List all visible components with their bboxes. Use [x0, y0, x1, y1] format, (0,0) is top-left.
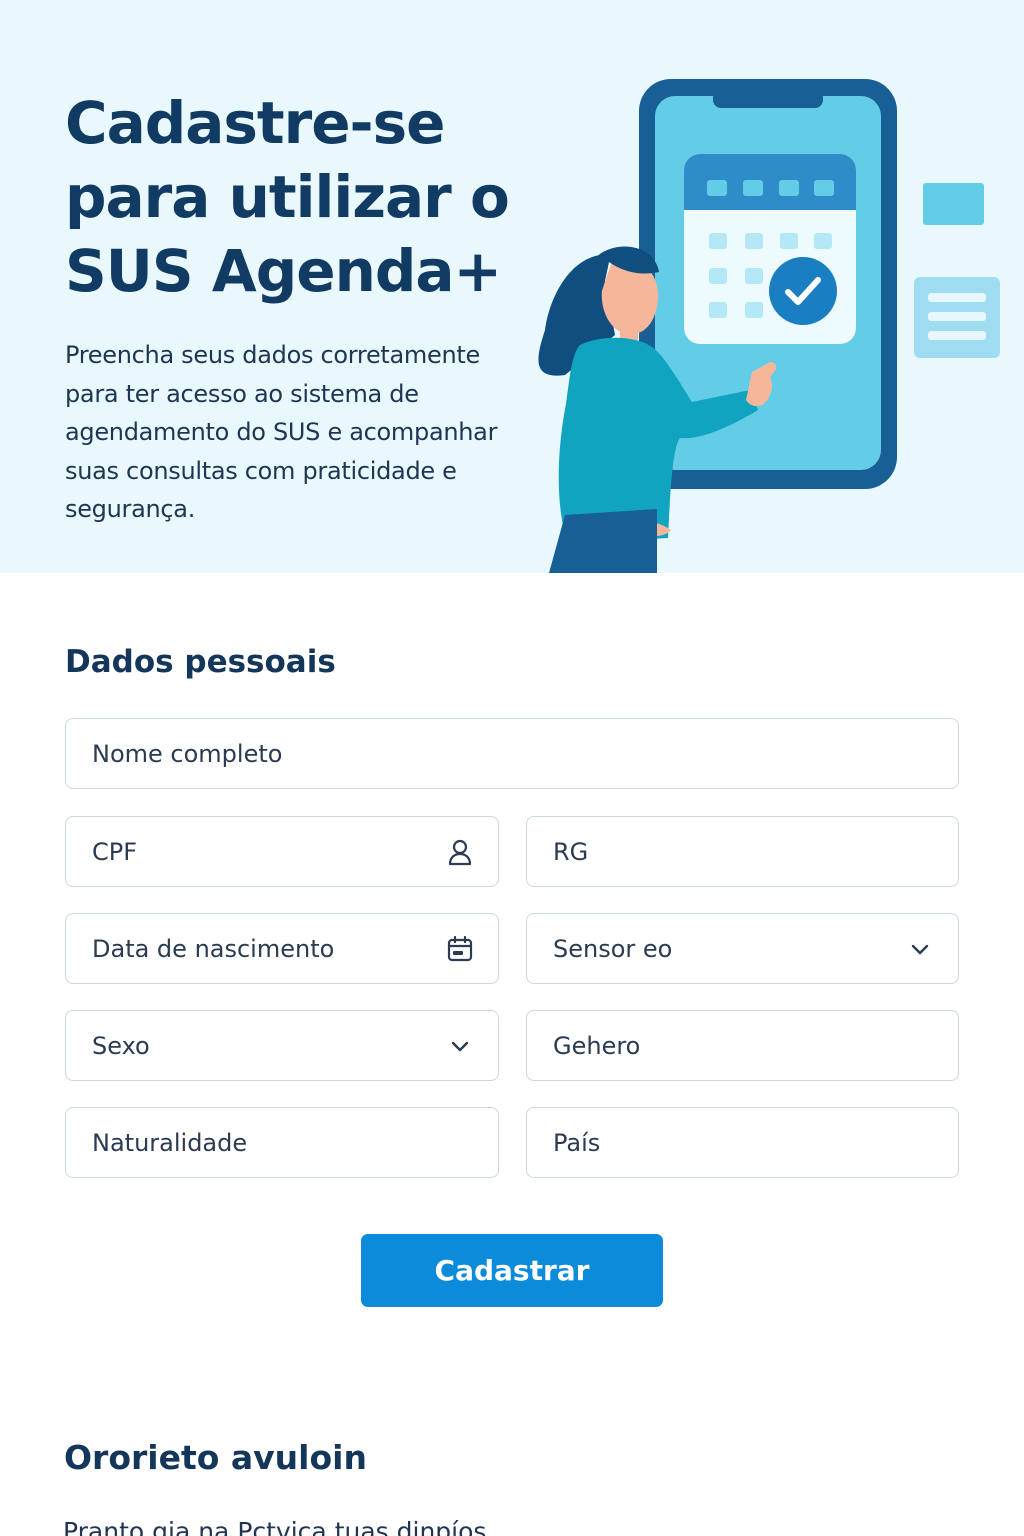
birthplace-placeholder: Naturalidade: [92, 1128, 248, 1157]
cpf-placeholder: CPF: [92, 837, 138, 866]
gender-placeholder: Gehero: [553, 1031, 641, 1060]
rg-field[interactable]: RG: [526, 816, 959, 887]
check-icon: [769, 257, 837, 325]
country-placeholder: País: [553, 1128, 601, 1157]
sex-select[interactable]: Sexo: [65, 1010, 499, 1081]
birth-date-field[interactable]: Data de nascimento: [65, 913, 499, 984]
hero-description: Preencha seus dados corretamente para te…: [65, 341, 498, 523]
user-icon: [446, 838, 474, 866]
sex-placeholder: Sexo: [92, 1031, 150, 1060]
chevron-down-icon: [446, 1032, 474, 1060]
rg-placeholder: RG: [553, 837, 589, 866]
gender-field[interactable]: Gehero: [526, 1010, 959, 1081]
calendar-icon[interactable]: [446, 935, 474, 963]
decorative-card: [923, 183, 984, 225]
section2-text: Pranto gia na Pctvica tuas dinpíos: [63, 1517, 487, 1536]
chevron-down-icon: [906, 935, 934, 963]
full-name-placeholder: Nome completo: [92, 739, 283, 768]
country-field[interactable]: País: [526, 1107, 959, 1178]
birth-date-placeholder: Data de nascimento: [92, 934, 335, 963]
full-name-field[interactable]: Nome completo: [65, 718, 959, 789]
sensor-placeholder: Sensor eo: [553, 934, 673, 963]
birthplace-field[interactable]: Naturalidade: [65, 1107, 499, 1178]
cpf-field[interactable]: CPF: [65, 816, 499, 887]
hero-banner: Cadastre-se para utilizar o SUS Agenda+ …: [0, 0, 1024, 573]
personal-data-heading: Dados pessoais: [65, 644, 336, 680]
register-button[interactable]: Cadastrar: [361, 1234, 663, 1307]
section2-heading: Ororieto avuloin: [64, 1438, 367, 1477]
woman-pointing-at-phone-calendar-illustration: [538, 79, 1000, 573]
signup-page: Cadastre-se para utilizar o SUS Agenda+ …: [0, 0, 1024, 1536]
sensor-select[interactable]: Sensor eo: [526, 913, 959, 984]
